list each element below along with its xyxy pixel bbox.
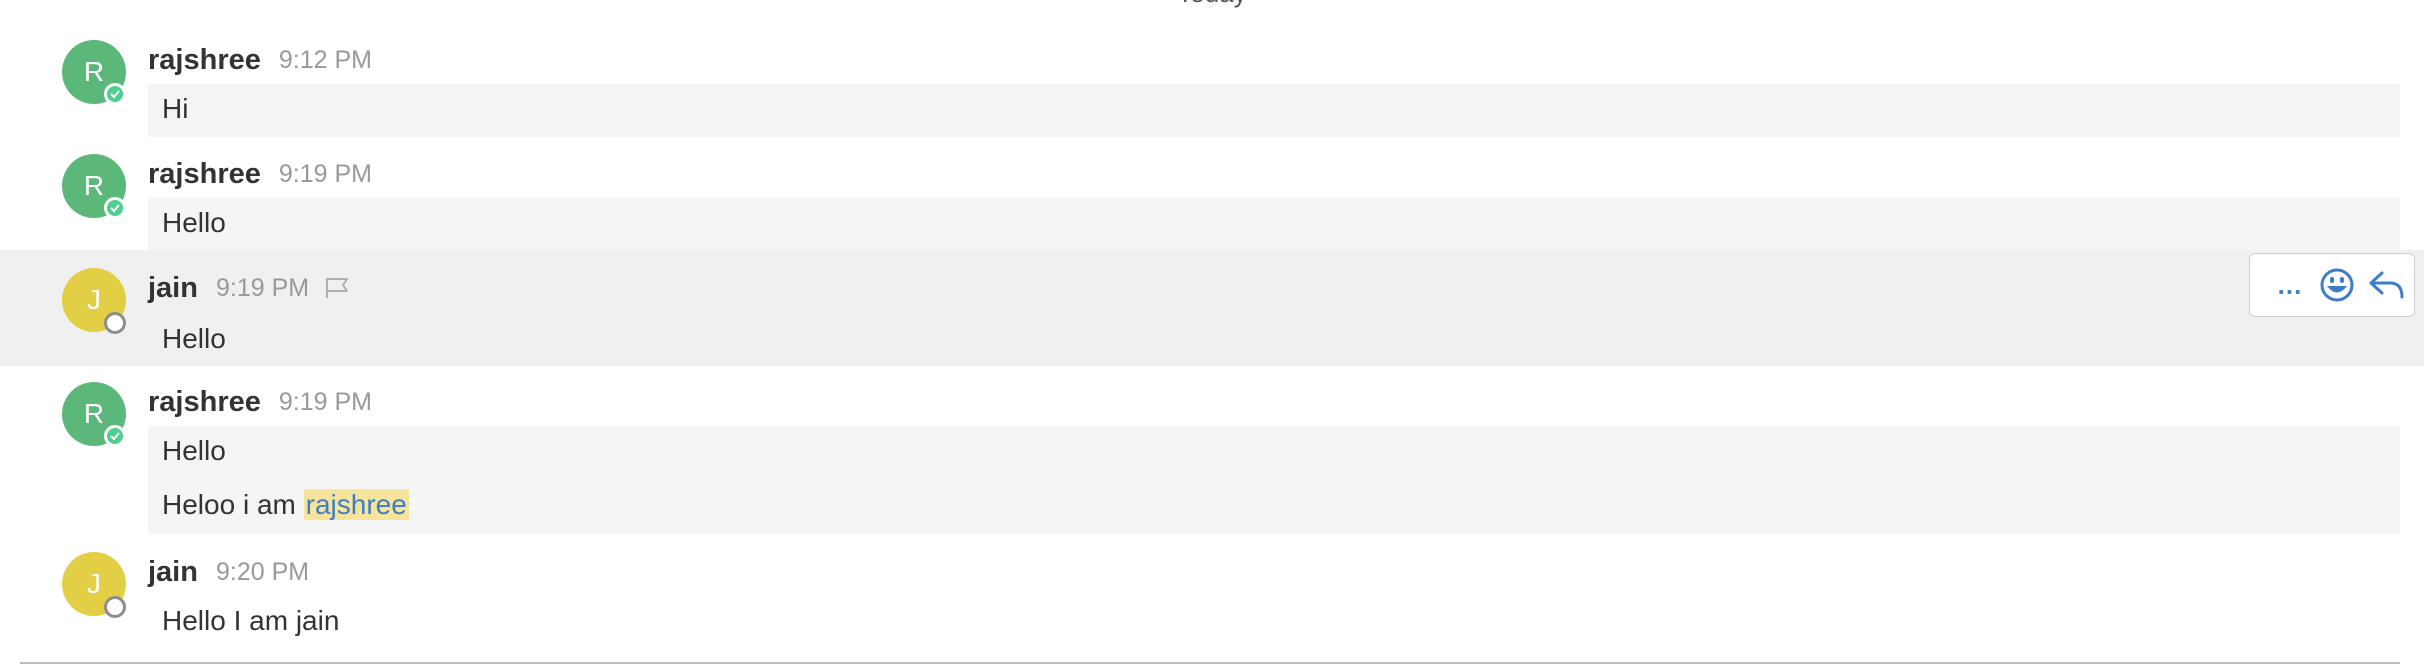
more-icon[interactable]: ...: [2270, 254, 2310, 316]
message-row-hovered: J jain 9:19 PM Hello: [0, 250, 2424, 366]
username[interactable]: rajshree: [148, 386, 261, 419]
reply-icon[interactable]: [2362, 254, 2412, 316]
timestamp: 9:19 PM: [215, 273, 310, 302]
online-status-icon: [104, 197, 126, 219]
message-row: J jain 9:20 PM Hello I am jain: [0, 552, 2424, 652]
username[interactable]: jain: [148, 272, 198, 305]
timestamp: 9:19 PM: [278, 387, 372, 416]
avatar-initial: J: [87, 568, 101, 599]
message-header: jain 9:19 PM: [148, 270, 351, 306]
message-body: [148, 198, 2400, 250]
avatar-initial: R: [83, 170, 105, 201]
message-text: Hi: [162, 93, 189, 124]
avatar-initial: R: [83, 56, 105, 87]
avatar-initial: R: [83, 398, 105, 429]
message-text: Hello I am jain: [162, 605, 340, 636]
emoji-icon[interactable]: [2312, 254, 2362, 316]
online-status-icon: [104, 83, 126, 105]
message-text: Hello: [162, 323, 226, 354]
message-body: [148, 84, 2400, 137]
message-actions-toolbar: ...: [2249, 253, 2415, 317]
message-header: rajshree 9:19 PM: [148, 384, 372, 420]
message-row: R rajshree 9:19 PM Hello Heloo i am rajs…: [0, 382, 2424, 538]
username[interactable]: rajshree: [148, 44, 261, 77]
username[interactable]: rajshree: [148, 158, 261, 191]
message-header: rajshree 9:19 PM: [148, 156, 372, 192]
message-row: R rajshree 9:19 PM Hello: [0, 154, 2424, 250]
user-mention[interactable]: rajshree: [303, 489, 409, 520]
avatar-initial: J: [87, 284, 101, 315]
message-text: Hello: [162, 435, 226, 466]
timestamp: 9:12 PM: [278, 45, 372, 74]
message-row: R rajshree 9:12 PM Hi: [0, 40, 2424, 140]
offline-status-icon: [104, 312, 126, 334]
more-label: ...: [2277, 269, 2303, 300]
timestamp: 9:19 PM: [278, 159, 372, 188]
message-text: Heloo i am: [162, 489, 304, 520]
online-status-icon: [104, 425, 126, 447]
message-header: jain 9:20 PM: [148, 554, 309, 590]
timestamp: 9:20 PM: [215, 557, 310, 586]
username[interactable]: jain: [148, 556, 198, 589]
message-text: Hello: [162, 207, 226, 238]
message-body: [148, 426, 2400, 534]
offline-status-icon: [104, 596, 126, 618]
message-text-with-mention: Heloo i am rajshree: [162, 489, 409, 521]
date-separator: Today: [0, 0, 2424, 8]
message-header: rajshree 9:12 PM: [148, 42, 372, 78]
flag-icon[interactable]: [323, 276, 351, 300]
